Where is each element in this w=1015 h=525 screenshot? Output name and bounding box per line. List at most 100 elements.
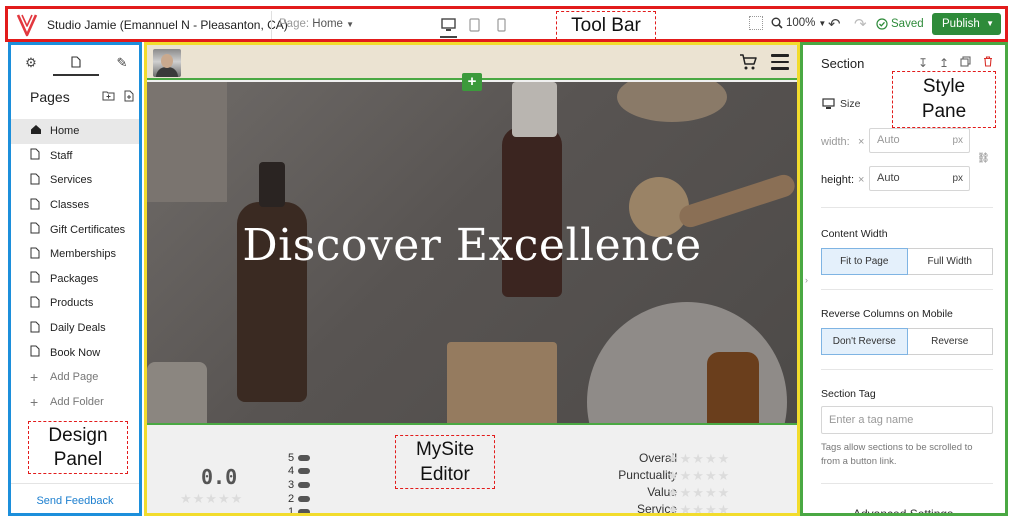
pages-tab[interactable] xyxy=(53,50,99,76)
menu-line xyxy=(771,67,789,70)
rating-row: 2 xyxy=(288,492,311,506)
add-page-icon[interactable] xyxy=(124,90,134,105)
style-pane-title: Section xyxy=(821,56,865,71)
rating-row-label: 4 xyxy=(288,465,295,478)
mobile-view-button[interactable] xyxy=(495,16,507,34)
full-width-button[interactable]: Full Width xyxy=(907,248,993,275)
plus-icon: + xyxy=(30,369,39,386)
cart-icon[interactable] xyxy=(739,53,757,71)
page-item-staff[interactable]: Staff xyxy=(11,144,139,169)
trash-icon[interactable] xyxy=(983,56,993,70)
hero-section[interactable]: Discover Excellence xyxy=(147,82,797,423)
page-icon xyxy=(30,345,44,360)
tablet-view-button[interactable] xyxy=(467,16,481,34)
hamburger-menu-icon[interactable] xyxy=(771,54,789,70)
page-icon xyxy=(30,321,44,336)
advanced-settings-toggle[interactable]: Advanced Settings xyxy=(853,507,953,513)
page-item-home[interactable]: Home xyxy=(11,119,139,144)
page-item-book-now[interactable]: Book Now xyxy=(11,340,139,365)
rating-stars-icon: ★★★★★ xyxy=(180,491,244,506)
redo-icon[interactable]: ↷ xyxy=(854,15,867,33)
page-item-label: Memberships xyxy=(50,248,117,261)
toolbar-divider xyxy=(271,11,272,39)
hero-white-bottle-image xyxy=(512,82,557,137)
add-folder-button[interactable]: + Add Folder xyxy=(11,390,139,415)
unlink-icon[interactable]: ⛓ xyxy=(977,153,990,164)
hero-soap-image xyxy=(147,362,207,423)
settings-tab[interactable]: ⚙ xyxy=(14,50,48,76)
page-item-products[interactable]: Products xyxy=(11,291,139,316)
page-item-gift-certificates[interactable]: Gift Certificates xyxy=(11,217,139,242)
undo-icon[interactable]: ↶ xyxy=(828,15,841,33)
width-label: width: xyxy=(821,136,850,148)
hero-title[interactable]: Discover Excellence xyxy=(147,220,797,271)
rating-bar xyxy=(298,468,311,475)
page-item-label: Packages xyxy=(50,272,99,285)
send-feedback-link[interactable]: Send Feedback xyxy=(11,495,139,507)
section-tag-input[interactable]: Enter a tag name xyxy=(821,406,993,434)
size-heading: Size xyxy=(822,98,860,110)
hero-tall-bottle-image xyxy=(502,127,562,297)
page-selector[interactable]: Page: Home ▼ xyxy=(279,18,354,30)
move-up-icon[interactable]: ↥ xyxy=(939,56,949,70)
star-rating-icon: ★★★★★ xyxy=(667,468,731,483)
save-status-label: Saved xyxy=(891,18,924,30)
design-panel-divider xyxy=(11,483,139,484)
page-item-memberships[interactable]: Memberships xyxy=(11,242,139,267)
mobile-icon xyxy=(496,18,506,32)
desktop-view-button[interactable] xyxy=(439,16,457,34)
page-item-label: Daily Deals xyxy=(50,322,106,335)
avatar-face xyxy=(161,54,173,68)
page-item-services[interactable]: Services xyxy=(11,168,139,193)
fit-to-page-button[interactable]: Fit to Page xyxy=(821,248,908,275)
divider xyxy=(821,483,993,484)
page-item-daily-deals[interactable]: Daily Deals xyxy=(11,316,139,341)
avatar[interactable] xyxy=(153,49,181,77)
grid-toggle-icon[interactable] xyxy=(749,16,763,30)
width-x-mark: × xyxy=(858,136,865,148)
vagaro-logo-icon[interactable] xyxy=(15,12,39,38)
duplicate-icon[interactable] xyxy=(960,56,971,70)
desktop-icon xyxy=(440,18,456,31)
check-circle-icon xyxy=(876,18,888,30)
page-item-classes[interactable]: Classes xyxy=(11,193,139,218)
zoom-icon xyxy=(771,17,783,29)
style-pane-callout-line2: Pane xyxy=(921,101,967,122)
page-item-label: Classes xyxy=(50,199,90,212)
add-folder-label: Add Folder xyxy=(50,395,104,408)
page-item-packages[interactable]: Packages xyxy=(11,267,139,292)
publish-button[interactable]: Publish ▼ xyxy=(932,13,1001,35)
width-input[interactable]: Auto px xyxy=(869,128,970,153)
page-icon xyxy=(71,56,81,68)
page-icon xyxy=(30,198,44,213)
page-item-label: Staff xyxy=(50,149,73,162)
chevron-down-icon: ▼ xyxy=(818,18,827,28)
dont-reverse-button[interactable]: Don't Reverse xyxy=(821,328,908,355)
reviews-section[interactable]: 0.0 ★★★★★ 5 4 3 2 1 MySite Editor Overal… xyxy=(147,423,797,513)
pages-list: Home Staff Services Classes Gift Certifi… xyxy=(11,119,139,414)
move-down-icon[interactable]: ↧ xyxy=(918,56,928,70)
category-stars: ★★★★★ ★★★★★ ★★★★★ ★★★★★ xyxy=(667,451,731,513)
page-selector-prefix: Page: xyxy=(279,18,310,30)
rating-categories: Overall Punctuality Value Service xyxy=(577,451,677,513)
page-item-label: Gift Certificates xyxy=(50,223,126,236)
rating-category: Value xyxy=(647,485,677,499)
edit-tab[interactable]: ✎ xyxy=(105,50,139,76)
add-section-button[interactable]: + xyxy=(462,73,482,91)
add-folder-icon[interactable] xyxy=(102,90,115,104)
rating-bar xyxy=(298,509,311,513)
rating-row: 5 xyxy=(288,451,311,465)
height-input[interactable]: Auto px xyxy=(869,166,970,191)
design-panel: ⚙ ✎ Pages Home Staff Services Classes Gi… xyxy=(8,42,142,516)
home-icon xyxy=(30,124,44,138)
add-page-button[interactable]: + Add Page xyxy=(11,365,139,390)
content-width-label: Content Width xyxy=(821,228,888,240)
editor-callout-line2: Editor xyxy=(420,464,470,485)
zoom-control[interactable]: 100% ▼ xyxy=(771,17,826,29)
design-panel-callout-line2: Panel xyxy=(53,449,103,470)
reverse-button[interactable]: Reverse xyxy=(907,328,993,355)
page-item-label: Home xyxy=(50,125,80,138)
collapse-pane-icon[interactable]: › xyxy=(805,275,808,285)
pencil-icon: ✎ xyxy=(116,55,128,70)
page-icon xyxy=(30,247,44,262)
